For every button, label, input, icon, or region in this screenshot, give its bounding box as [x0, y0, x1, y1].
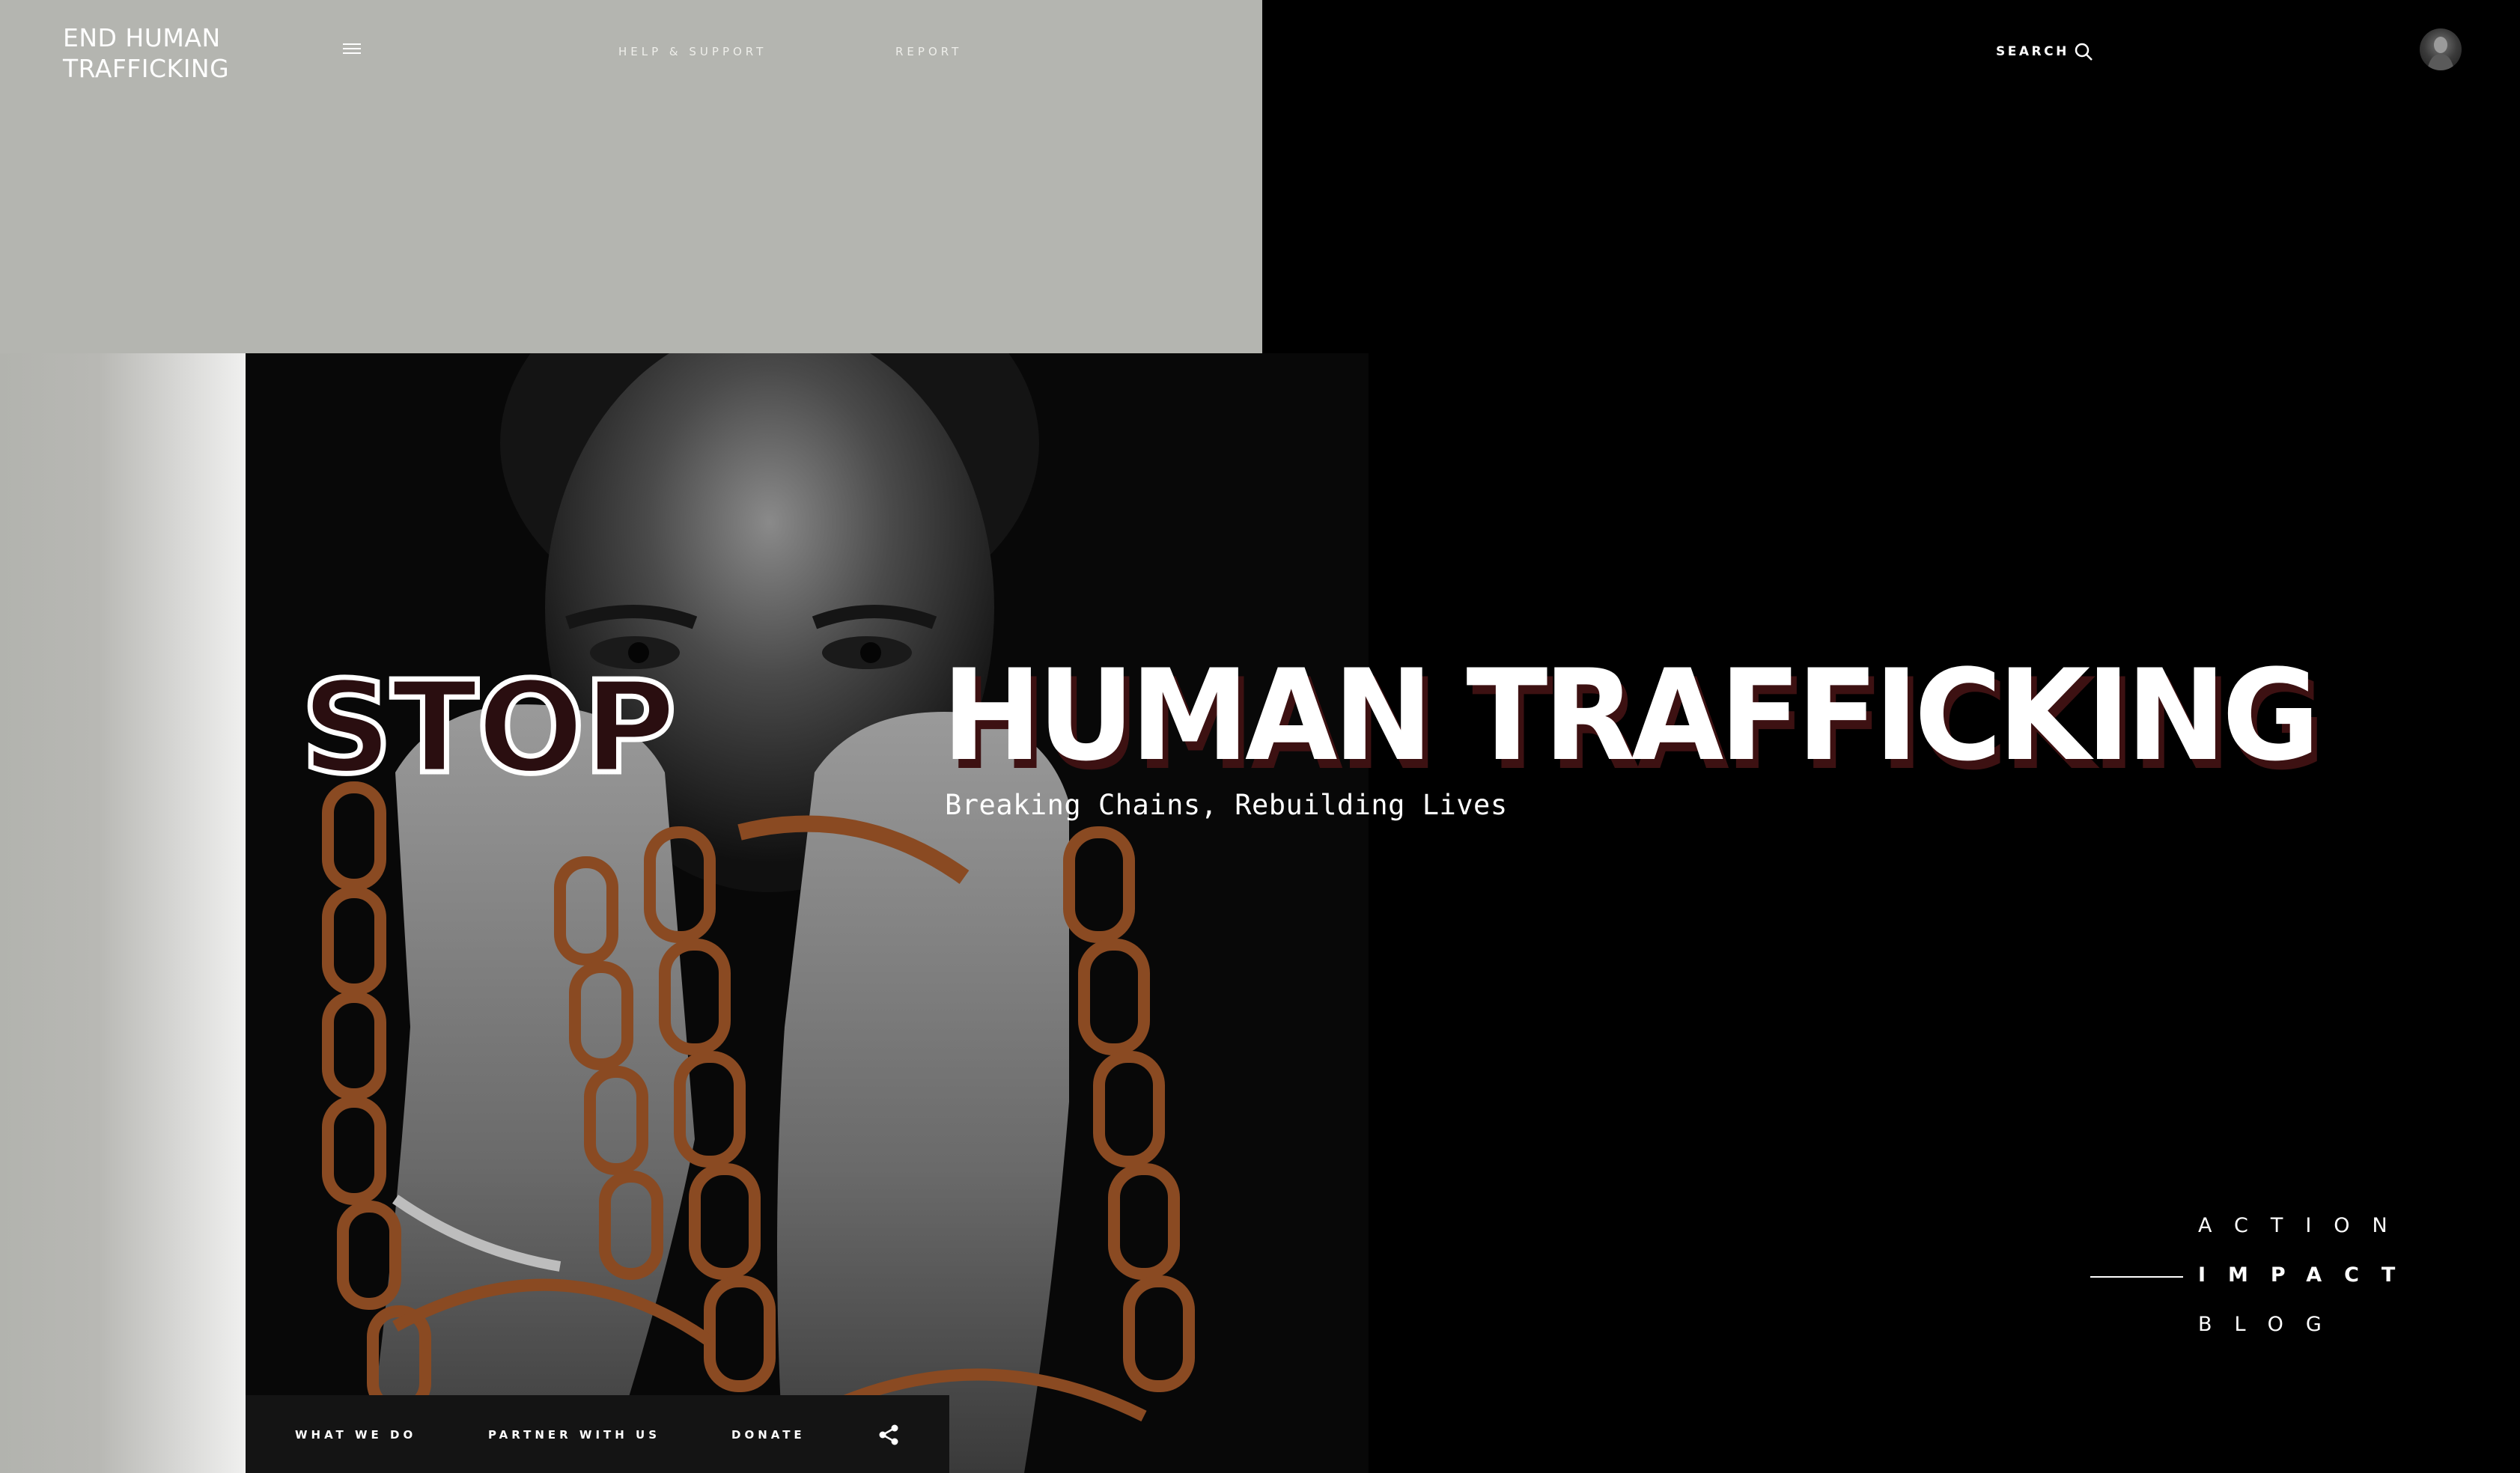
- avatar-image: [2427, 37, 2454, 70]
- page: END HUMAN TRAFFICKING HELP & SUPPORT REP…: [0, 0, 2520, 1473]
- logo-line-2: TRAFFICKING: [63, 54, 230, 83]
- nav-report[interactable]: REPORT: [895, 45, 962, 58]
- avatar[interactable]: [2420, 28, 2462, 70]
- site-logo[interactable]: END HUMAN TRAFFICKING: [63, 22, 287, 84]
- hero-photo: [246, 353, 1369, 1473]
- grey-side-panel: [0, 353, 246, 1473]
- side-nav-blog[interactable]: BLOG: [2198, 1313, 2344, 1336]
- hero-stop-word: STOP: [299, 654, 680, 802]
- logo-line-1: END HUMAN: [63, 23, 221, 52]
- side-nav-action[interactable]: ACTION: [2198, 1214, 2410, 1237]
- search-button[interactable]: SEARCH: [1996, 42, 2093, 61]
- nav-help-support[interactable]: HELP & SUPPORT: [618, 45, 767, 58]
- side-nav-active-indicator: [2090, 1276, 2183, 1278]
- search-icon: [2075, 43, 2093, 61]
- hamburger-icon[interactable]: [343, 43, 361, 58]
- search-label: SEARCH: [1996, 44, 2069, 59]
- donate-link[interactable]: DONATE: [731, 1428, 806, 1442]
- what-we-do-link[interactable]: WHAT WE DO: [295, 1428, 416, 1442]
- hero-subtitle: Breaking Chains, Rebuilding Lives: [945, 789, 1508, 821]
- side-nav-impact[interactable]: IMPACT: [2198, 1263, 2417, 1287]
- chained-hands-image: [246, 353, 1369, 1473]
- share-icon[interactable]: [878, 1424, 899, 1446]
- hero-headline: HUMAN TRAFFICKING: [942, 642, 2320, 789]
- partner-with-us-link[interactable]: PARTNER WITH US: [488, 1428, 660, 1442]
